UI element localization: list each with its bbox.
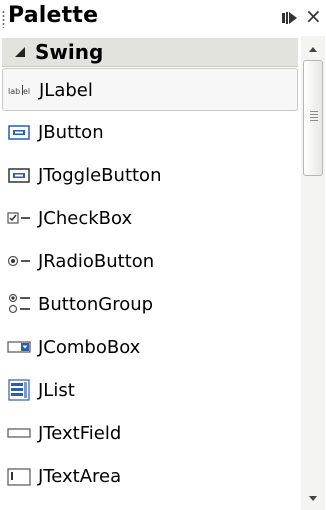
- jcombobox-icon: [7, 341, 31, 353]
- palette-item-list: lab el JLabel JButton JToggleButton JChe…: [2, 68, 298, 498]
- panel-title: Palette: [8, 3, 99, 28]
- palette-item-label: JComboBox: [38, 337, 141, 358]
- palette-item-label: ButtonGroup: [38, 294, 154, 315]
- scroll-up-arrow-icon[interactable]: [301, 38, 325, 62]
- palette-item-buttongroup[interactable]: ButtonGroup: [2, 283, 298, 326]
- jradiobutton-icon: [7, 255, 30, 267]
- palette-item-jradiobutton[interactable]: JRadioButton: [2, 240, 298, 283]
- palette-item-label: JTextField: [38, 423, 122, 444]
- collapse-triangle-icon: [15, 47, 25, 57]
- palette-item-label: JRadioButton: [38, 251, 155, 272]
- palette-item-label: JCheckBox: [38, 208, 133, 229]
- palette-title-bar: Palette ×: [0, 0, 326, 36]
- scrollbar-grip-icon: [310, 111, 318, 121]
- scrollbar-thumb[interactable]: [303, 60, 323, 176]
- jlist-icon: [8, 379, 30, 401]
- palette-item-jtextarea[interactable]: JTextArea: [2, 455, 298, 498]
- jlabel-icon: lab el: [8, 85, 30, 96]
- jtextarea-icon: [7, 468, 31, 486]
- close-icon[interactable]: ×: [305, 4, 322, 28]
- palette-item-jcombobox[interactable]: JComboBox: [2, 326, 298, 369]
- svg-text:lab: lab: [8, 87, 20, 96]
- palette-item-label: JToggleButton: [38, 165, 162, 186]
- category-header-swing[interactable]: Swing: [2, 38, 298, 67]
- pin-icon[interactable]: [281, 10, 299, 26]
- buttongroup-icon: [8, 293, 30, 314]
- category-label: Swing: [35, 40, 104, 64]
- drag-grip-icon[interactable]: [2, 10, 5, 28]
- palette-item-jlist[interactable]: JList: [2, 369, 298, 412]
- vertical-scrollbar[interactable]: [301, 36, 325, 510]
- jbutton-icon: [8, 125, 30, 140]
- jcheckbox-icon: [7, 212, 30, 224]
- svg-text:el: el: [23, 87, 30, 96]
- palette-item-jbutton[interactable]: JButton: [2, 111, 298, 154]
- scroll-down-arrow-icon[interactable]: [301, 486, 325, 510]
- palette-item-jlabel[interactable]: lab el JLabel: [2, 68, 298, 111]
- jtogglebutton-icon: [8, 168, 30, 183]
- palette-item-label: JList: [38, 380, 75, 401]
- jtextfield-icon: [7, 428, 31, 438]
- palette-item-label: JTextArea: [38, 466, 122, 487]
- palette-content: Swing lab el JLabel JButton JToggleButto…: [0, 36, 326, 510]
- palette-item-jcheckbox[interactable]: JCheckBox: [2, 197, 298, 240]
- palette-item-label: JLabel: [39, 80, 93, 101]
- palette-item-label: JButton: [38, 122, 104, 143]
- palette-item-jtogglebutton[interactable]: JToggleButton: [2, 154, 298, 197]
- palette-item-jtextfield[interactable]: JTextField: [2, 412, 298, 455]
